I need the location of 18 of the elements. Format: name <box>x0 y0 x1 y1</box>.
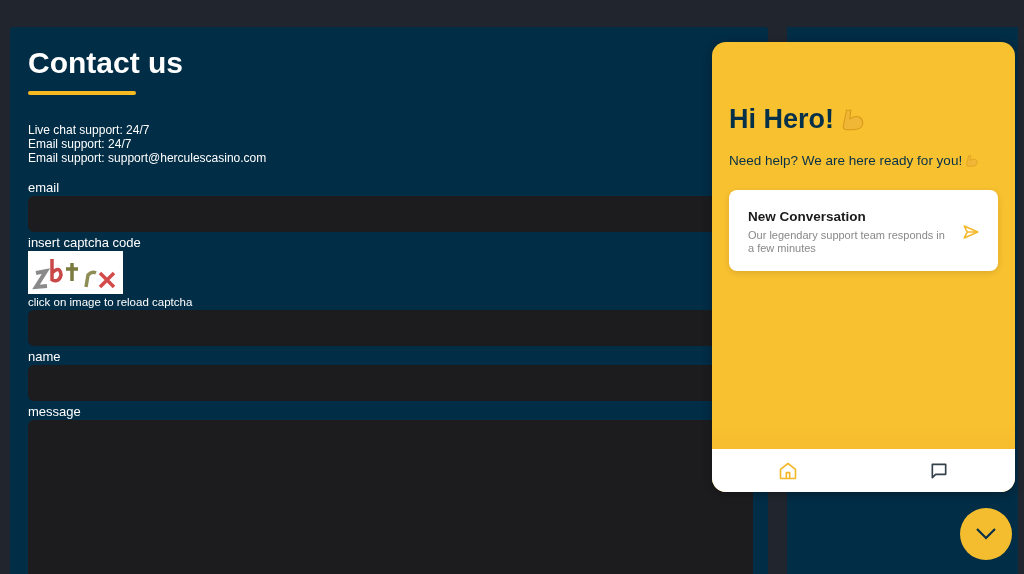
send-icon <box>962 223 980 241</box>
new-conversation-card[interactable]: New Conversation Our legendary support team responds in a few minutes <box>729 190 998 271</box>
support-info: Email support: 24/7 <box>28 137 132 151</box>
support-info: Live chat support: 24/7 <box>28 123 150 137</box>
page-title: Contact us <box>28 45 184 81</box>
card-title: New Conversation <box>748 209 867 224</box>
field-label: insert captcha code <box>28 234 141 251</box>
captcha-hint: click on image to reload captcha <box>28 295 193 310</box>
field-label: message <box>28 403 81 420</box>
greeting: Hi Hero! <box>729 104 834 135</box>
card-text: Our legendary support team responds in a few minutes <box>748 229 946 255</box>
support-info: Email support: support@herculescasino.com <box>28 151 267 165</box>
flexed-arm-icon <box>965 153 980 168</box>
chat-subtitle: Need help? We are here ready for you! <box>729 153 963 168</box>
chevron-down-icon <box>975 527 997 541</box>
message-field[interactable] <box>28 420 753 574</box>
field-label: email <box>28 179 60 196</box>
field-label: name <box>28 348 61 365</box>
